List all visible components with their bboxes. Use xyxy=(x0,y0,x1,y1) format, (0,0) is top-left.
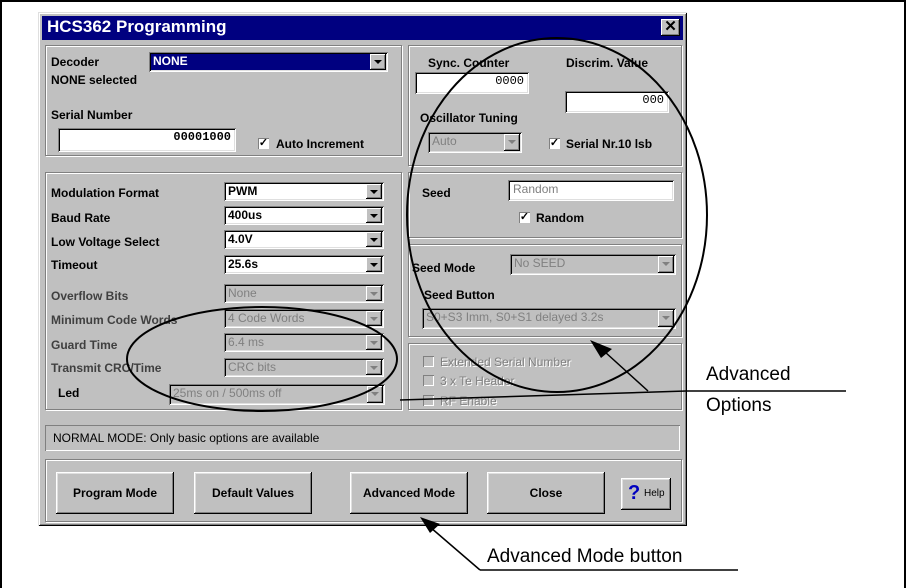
callout-line-up xyxy=(604,351,649,392)
advanced-mode-callout: Advanced Mode button xyxy=(487,546,683,567)
callout-line-button xyxy=(429,526,481,571)
advanced-options-circle-left xyxy=(126,306,398,412)
advanced-options-circle xyxy=(406,37,708,393)
callout-line-left xyxy=(399,390,687,401)
advanced-options-callout-line1: Advanced xyxy=(706,364,791,385)
arrow-head-icon xyxy=(420,517,440,533)
annotation-overlay xyxy=(126,37,846,571)
advanced-options-callout-line2: Options xyxy=(706,395,772,416)
